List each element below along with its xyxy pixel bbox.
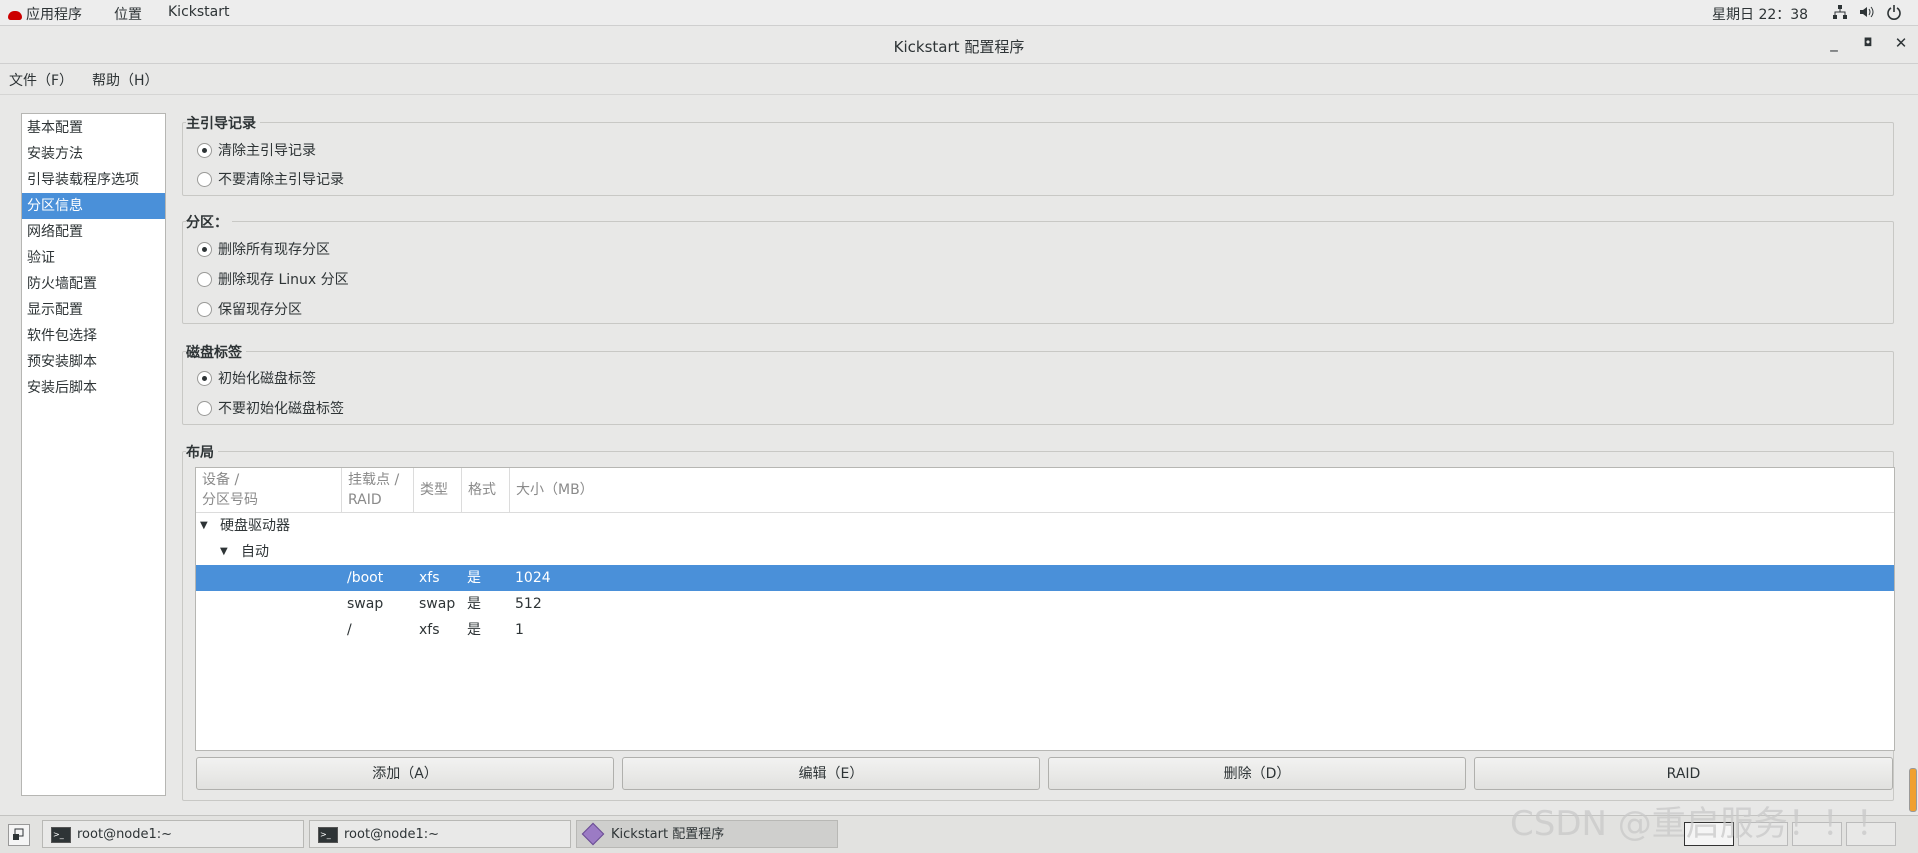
- no-init-disklabel-radio[interactable]: 不要初始化磁盘标签: [197, 399, 344, 419]
- table-row[interactable]: / xfs 是 1: [196, 617, 1894, 643]
- menu-file[interactable]: 文件（F）: [9, 70, 73, 90]
- redhat-icon: [8, 10, 22, 20]
- sidebar-item-partition[interactable]: 分区信息: [22, 193, 165, 219]
- sidebar-item-install-method[interactable]: 安装方法: [22, 141, 165, 167]
- col-format[interactable]: 格式: [462, 468, 510, 512]
- task-terminal-2[interactable]: root@node1:~: [309, 820, 571, 849]
- scrollbar[interactable]: [1909, 768, 1917, 812]
- applications-menu[interactable]: 应用程序: [8, 4, 82, 24]
- sidebar-item-pre-script[interactable]: 预安装脚本: [22, 349, 165, 375]
- col-size[interactable]: 大小（MB）: [510, 468, 1894, 512]
- col-device[interactable]: 设备 / 分区号码: [196, 468, 342, 512]
- edit-button[interactable]: 编辑（E）: [622, 757, 1040, 790]
- col-type[interactable]: 类型: [414, 468, 462, 512]
- network-icon[interactable]: [1832, 4, 1848, 24]
- kickstart-icon: [581, 822, 605, 846]
- tree-node-harddrives[interactable]: ▼ 硬盘驱动器: [196, 513, 1894, 539]
- mbr-keep-radio[interactable]: 不要清除主引导记录: [197, 170, 344, 190]
- partitions-frame: [182, 221, 1894, 324]
- radio-unchecked-icon: [197, 171, 212, 187]
- tree-node-auto[interactable]: ▼ 自动: [196, 539, 1894, 565]
- raid-button[interactable]: RAID: [1474, 757, 1893, 790]
- mbr-frame: [182, 122, 1894, 196]
- maximize-icon[interactable]: ◘: [1857, 36, 1879, 56]
- remove-linux-radio[interactable]: 删除现存 Linux 分区: [197, 270, 349, 290]
- tree-header: 设备 / 分区号码 挂载点 / RAID 类型 格式 大小（MB）: [196, 468, 1894, 513]
- add-button[interactable]: 添加（A）: [196, 757, 614, 790]
- sidebar: 基本配置 安装方法 引导装载程序选项 分区信息 网络配置 验证 防火墙配置 显示…: [21, 113, 166, 796]
- watermark: CSDN @重启服务！！！: [1510, 804, 1890, 844]
- col-mount[interactable]: 挂载点 / RAID: [342, 468, 414, 512]
- window-title: Kickstart 配置程序: [893, 38, 1025, 56]
- disklabel-title: 磁盘标签: [186, 342, 246, 362]
- delete-button[interactable]: 删除（D）: [1048, 757, 1466, 790]
- layout-title: 布局: [186, 442, 218, 462]
- sidebar-item-display[interactable]: 显示配置: [22, 297, 165, 323]
- places-menu[interactable]: 位置: [114, 4, 142, 24]
- radio-unchecked-icon: [197, 301, 212, 317]
- sidebar-item-auth[interactable]: 验证: [22, 245, 165, 271]
- radio-unchecked-icon: [197, 271, 212, 287]
- power-icon[interactable]: [1886, 4, 1902, 24]
- mbr-clear-radio[interactable]: 清除主引导记录: [197, 141, 316, 161]
- menu-bar: 文件（F） 帮助（H）: [0, 64, 1918, 95]
- radio-checked-icon: [197, 241, 212, 257]
- expander-down-icon[interactable]: ▼: [220, 539, 228, 565]
- keep-partitions-radio[interactable]: 保留现存分区: [197, 300, 302, 320]
- sidebar-item-basic[interactable]: 基本配置: [22, 115, 165, 141]
- window-titlebar: Kickstart 配置程序 _ ◘ ✕: [0, 26, 1918, 64]
- task-kickstart[interactable]: Kickstart 配置程序: [576, 820, 838, 848]
- menu-help[interactable]: 帮助（H）: [92, 70, 159, 90]
- sidebar-item-post-script[interactable]: 安装后脚本: [22, 375, 165, 401]
- partition-tree[interactable]: 设备 / 分区号码 挂载点 / RAID 类型 格式 大小（MB） ▼ 硬盘驱动器 …: [195, 467, 1895, 751]
- expander-down-icon[interactable]: ▼: [200, 513, 208, 539]
- sidebar-item-firewall[interactable]: 防火墙配置: [22, 271, 165, 297]
- clock[interactable]: 星期日 22：38: [1712, 4, 1808, 24]
- sidebar-item-bootloader[interactable]: 引导装载程序选项: [22, 167, 165, 193]
- mbr-title: 主引导记录: [186, 113, 260, 133]
- task-terminal-1[interactable]: root@node1:~: [42, 820, 304, 849]
- sidebar-item-packages[interactable]: 软件包选择: [22, 323, 165, 349]
- init-disklabel-radio[interactable]: 初始化磁盘标签: [197, 369, 316, 389]
- app-menu[interactable]: Kickstart: [168, 4, 229, 20]
- remove-all-radio[interactable]: 删除所有现存分区: [197, 240, 330, 260]
- minimize-icon[interactable]: _: [1823, 34, 1845, 54]
- terminal-icon: [318, 821, 338, 849]
- table-row[interactable]: swap swap 是 512: [196, 591, 1894, 617]
- radio-checked-icon: [197, 370, 212, 386]
- terminal-icon: [51, 821, 71, 849]
- table-row[interactable]: /boot xfs 是 1024: [196, 565, 1894, 591]
- close-icon[interactable]: ✕: [1890, 34, 1912, 54]
- partitions-title: 分区：: [186, 212, 232, 232]
- disklabel-frame: [182, 351, 1894, 425]
- show-desktop-icon[interactable]: [8, 824, 30, 846]
- radio-unchecked-icon: [197, 400, 212, 416]
- volume-icon[interactable]: [1858, 4, 1874, 24]
- sidebar-item-network[interactable]: 网络配置: [22, 219, 165, 245]
- radio-checked-icon: [197, 142, 212, 158]
- top-panel: 应用程序 位置 Kickstart 星期日 22：38: [0, 0, 1918, 26]
